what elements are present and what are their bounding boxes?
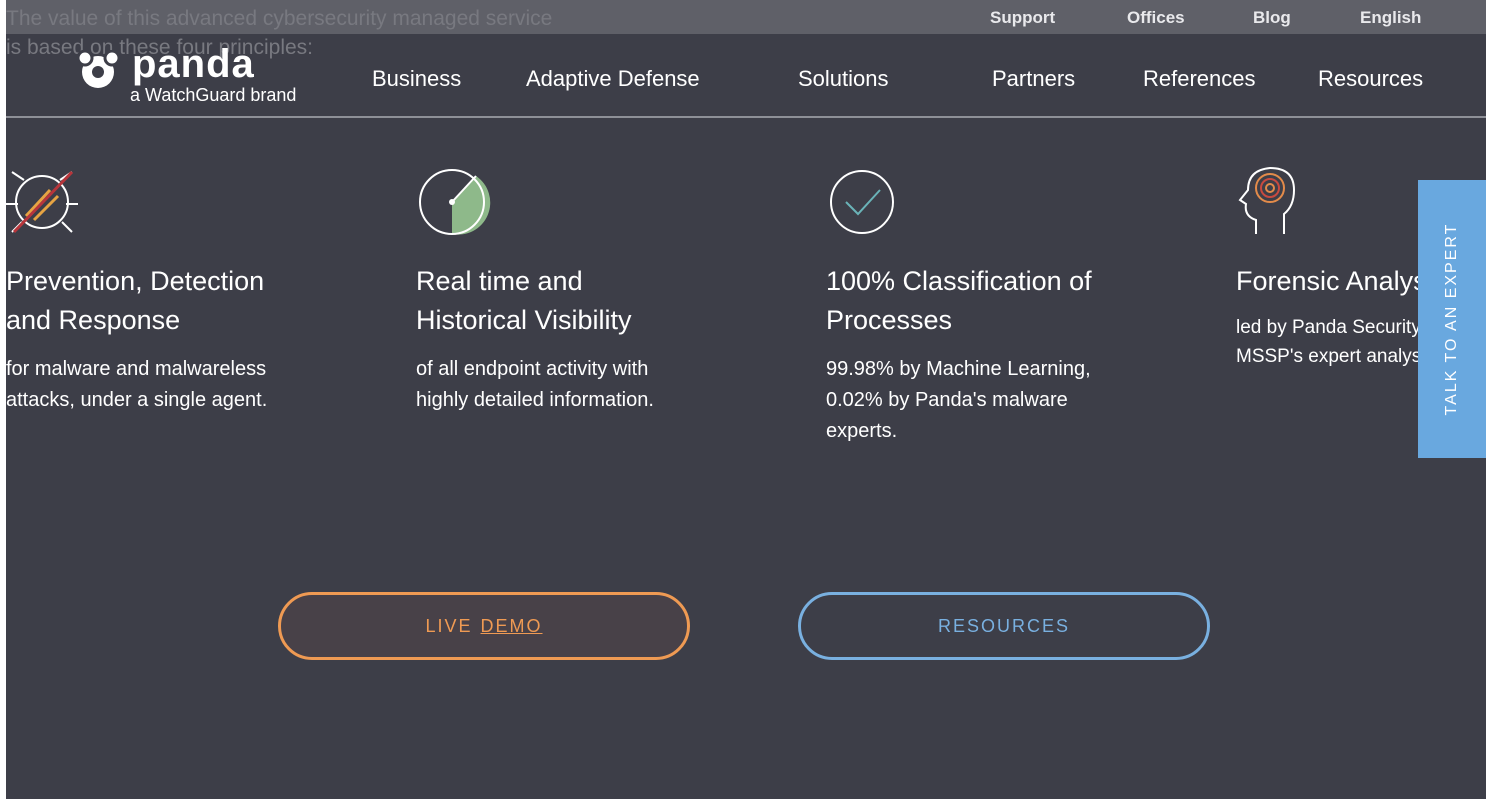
nav-partners[interactable]: Partners <box>992 66 1075 92</box>
blog-link[interactable]: Blog <box>1253 8 1291 28</box>
nav-divider <box>6 116 1486 118</box>
principle-desc-line-2: highly detailed information. <box>416 389 654 411</box>
logo-wordmark: panda <box>132 42 255 86</box>
principle-title-line-1: Prevention, Detection <box>6 266 265 296</box>
resources-button[interactable]: RESOURCES <box>798 592 1210 660</box>
panda-logo[interactable]: panda a WatchGuard brand <box>76 42 316 108</box>
principle-title-line-2: and Response <box>6 305 181 335</box>
page: The value of this advanced cybersecurity… <box>6 0 1486 799</box>
support-link[interactable]: Support <box>990 8 1055 28</box>
principle-desc-line-2: attacks, under a single agent. <box>6 389 268 411</box>
principle-title-line-2: Processes <box>826 305 953 335</box>
principle-title-line-1: 100% Classification of <box>826 266 1092 296</box>
demo-link[interactable]: DEMO <box>481 616 543 637</box>
talk-to-expert-tab[interactable]: TALK TO AN EXPERT <box>1418 180 1486 458</box>
principle-classification: 100% Classification of Processes 99.98% … <box>826 160 1136 447</box>
nav-references[interactable]: References <box>1143 66 1256 92</box>
live-demo-prefix: LIVE <box>425 615 473 636</box>
nav-adaptive-defense[interactable]: Adaptive Defense <box>526 66 700 92</box>
clock-visibility-icon <box>419 169 491 235</box>
nav-business[interactable]: Business <box>372 66 461 92</box>
live-demo-button[interactable]: LIVE DEMO <box>278 592 690 660</box>
principle-desc-line-3: experts. <box>826 420 898 442</box>
logo-brand-line: a WatchGuard brand <box>130 85 297 105</box>
talk-to-expert-label: TALK TO AN EXPERT <box>1443 222 1460 416</box>
principle-desc-line-1: of all endpoint activity with <box>416 358 649 380</box>
language-selector[interactable]: English <box>1360 8 1421 28</box>
principle-desc-line-1: 99.98% by Machine Learning, <box>826 358 1091 380</box>
check-circle-icon <box>830 170 894 234</box>
bug-blocked-icon <box>6 170 78 234</box>
nav-solutions[interactable]: Solutions <box>798 66 889 92</box>
panda-logo-icon <box>76 50 121 88</box>
intro-text-line-1: The value of this advanced cybersecurity… <box>6 7 553 30</box>
principle-title-line-1: Real time and <box>416 266 583 296</box>
principle-desc-line-1: for malware and malwareless <box>6 358 267 380</box>
principle-title-line-2: Historical Visibility <box>416 305 632 335</box>
head-target-icon <box>1238 166 1296 234</box>
principle-desc-line-2: 0.02% by Panda's malware <box>826 389 1068 411</box>
principle-visibility: Real time and Historical Visibility of a… <box>416 160 726 416</box>
nav-resources[interactable]: Resources <box>1318 66 1423 92</box>
principle-prevention: Prevention, Detection and Response for m… <box>6 160 316 416</box>
offices-link[interactable]: Offices <box>1127 8 1185 28</box>
